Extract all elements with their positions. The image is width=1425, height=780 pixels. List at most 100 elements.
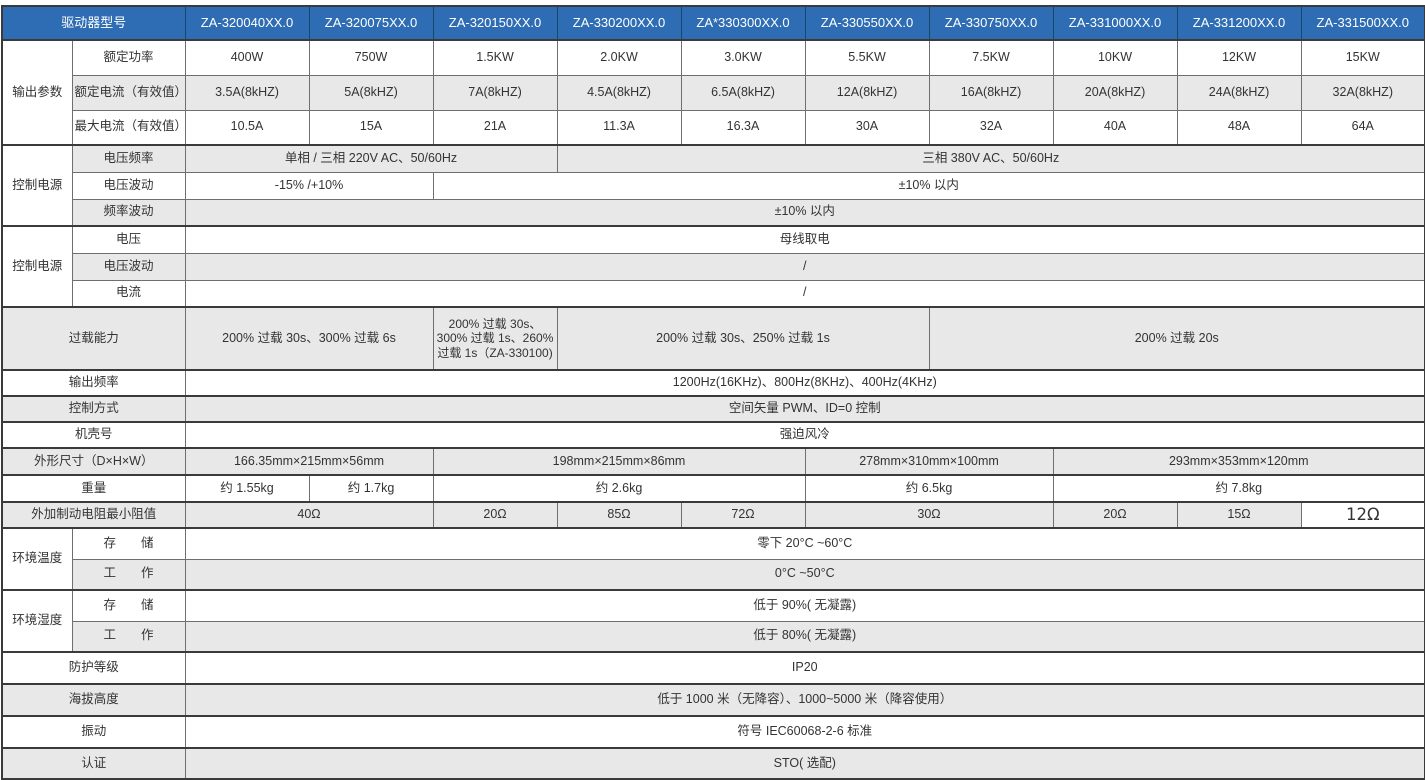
row-rated-current: 额定电流（有效值） 3.5A(8kHZ) 5A(8kHZ) 7A(8kHZ) 4… bbox=[2, 75, 1425, 110]
row-voltage-frequency: 控制电源 电压频率 单相 / 三相 220V AC、50/60Hz 三相 380… bbox=[2, 145, 1425, 172]
spec-cell: 198mm×215mm×86mm bbox=[433, 448, 805, 475]
spec-cell: 7A(8kHZ) bbox=[433, 75, 557, 110]
spec-cell: 单相 / 三相 220V AC、50/60Hz bbox=[185, 145, 557, 172]
spec-cell: 72Ω bbox=[681, 502, 805, 528]
spec-cell: 40A bbox=[1053, 110, 1177, 145]
group-label-output-params: 输出参数 bbox=[2, 40, 72, 145]
row-vibration: 振动 符号 IEC60068-2-6 标准 bbox=[2, 716, 1425, 748]
spec-cell: 16A(8kHZ) bbox=[929, 75, 1053, 110]
row-case-number: 机壳号 强迫风冷 bbox=[2, 422, 1425, 448]
row-label: 工 作 bbox=[72, 621, 185, 652]
row-label: 重量 bbox=[2, 475, 185, 502]
model-header: ZA-320040XX.0 bbox=[185, 6, 309, 40]
row-rated-power: 输出参数 额定功率 400W 750W 1.5KW 2.0KW 3.0KW 5.… bbox=[2, 40, 1425, 75]
row-label: 电压波动 bbox=[72, 253, 185, 280]
row-label: 外形尺寸（D×H×W） bbox=[2, 448, 185, 475]
row-humidity-storage: 环境湿度 存 储 低于 90%( 无凝露) bbox=[2, 590, 1425, 621]
row-protection-rating: 防护等级 IP20 bbox=[2, 652, 1425, 684]
row-max-current: 最大电流（有效值） 10.5A 15A 21A 11.3A 16.3A 30A … bbox=[2, 110, 1425, 145]
model-header: ZA-330550XX.0 bbox=[805, 6, 929, 40]
row-brake-resistor: 外加制动电阻最小阻值 40Ω 20Ω 85Ω 72Ω 30Ω 20Ω 15Ω 1… bbox=[2, 502, 1425, 528]
spec-cell: 200% 过载 30s、250% 过载 1s bbox=[557, 307, 929, 370]
spec-cell: ±10% 以内 bbox=[433, 172, 1425, 199]
spec-cell: 750W bbox=[309, 40, 433, 75]
row-label: 存 储 bbox=[72, 528, 185, 559]
row-label: 振动 bbox=[2, 716, 185, 748]
model-header: ZA-331500XX.0 bbox=[1301, 6, 1425, 40]
group-label-control-power-1: 控制电源 bbox=[2, 145, 72, 226]
spec-cell: 200% 过载 20s bbox=[929, 307, 1425, 370]
row-label: 存 储 bbox=[72, 590, 185, 621]
spec-cell: 3.5A(8kHZ) bbox=[185, 75, 309, 110]
spec-cell: 32A bbox=[929, 110, 1053, 145]
row-label: 认证 bbox=[2, 748, 185, 779]
spec-cell: 40Ω bbox=[185, 502, 433, 528]
spec-cell: 5.5KW bbox=[805, 40, 929, 75]
spec-cell: 6.5A(8kHZ) bbox=[681, 75, 805, 110]
row-altitude: 海拔高度 低于 1000 米（无降容）、1000~5000 米（降容使用） bbox=[2, 684, 1425, 716]
row-temp-working: 工 作 0°C ~50°C bbox=[2, 559, 1425, 590]
model-header: ZA-320150XX.0 bbox=[433, 6, 557, 40]
spec-cell: 48A bbox=[1177, 110, 1301, 145]
spec-cell: 空间矢量 PWM、ID=0 控制 bbox=[185, 396, 1425, 422]
model-header: ZA-331000XX.0 bbox=[1053, 6, 1177, 40]
spec-cell: 母线取电 bbox=[185, 226, 1425, 253]
spec-cell: -15% /+10% bbox=[185, 172, 433, 199]
spec-cell: 2.0KW bbox=[557, 40, 681, 75]
spec-cell: 约 1.55kg bbox=[185, 475, 309, 502]
row-overload-capacity: 过载能力 200% 过载 30s、300% 过载 6s 200% 过载 30s、… bbox=[2, 307, 1425, 370]
row-voltage: 控制电源 电压 母线取电 bbox=[2, 226, 1425, 253]
spec-cell: 1.5KW bbox=[433, 40, 557, 75]
spec-cell: 200% 过载 30s、300% 过载 6s bbox=[185, 307, 433, 370]
spec-cell: 15A bbox=[309, 110, 433, 145]
spec-cell: 11.3A bbox=[557, 110, 681, 145]
row-humidity-working: 工 作 低于 80%( 无凝露) bbox=[2, 621, 1425, 652]
spec-cell: 三相 380V AC、50/60Hz bbox=[557, 145, 1425, 172]
spec-cell: / bbox=[185, 280, 1425, 307]
spec-cell: 4.5A(8kHZ) bbox=[557, 75, 681, 110]
spec-cell: 400W bbox=[185, 40, 309, 75]
spec-cell: 3.0KW bbox=[681, 40, 805, 75]
spec-cell: 16.3A bbox=[681, 110, 805, 145]
row-label: 电压波动 bbox=[72, 172, 185, 199]
spec-cell: 1200Hz(16KHz)、800Hz(8KHz)、400Hz(4KHz) bbox=[185, 370, 1425, 396]
row-label: 最大电流（有效值） bbox=[72, 110, 185, 145]
row-label: 海拔高度 bbox=[2, 684, 185, 716]
row-label: 控制方式 bbox=[2, 396, 185, 422]
row-label: 工 作 bbox=[72, 559, 185, 590]
row-label: 频率波动 bbox=[72, 199, 185, 226]
spec-cell: IP20 bbox=[185, 652, 1425, 684]
spec-cell: 32A(8kHZ) bbox=[1301, 75, 1425, 110]
row-label: 电压频率 bbox=[72, 145, 185, 172]
spec-cell: / bbox=[185, 253, 1425, 280]
row-label: 额定电流（有效值） bbox=[72, 75, 185, 110]
model-header: ZA-330750XX.0 bbox=[929, 6, 1053, 40]
spec-cell: 12KW bbox=[1177, 40, 1301, 75]
table-title: 驱动器型号 bbox=[2, 6, 185, 40]
row-current: 电流 / bbox=[2, 280, 1425, 307]
row-label: 输出频率 bbox=[2, 370, 185, 396]
spec-cell: 12A(8kHZ) bbox=[805, 75, 929, 110]
row-dimensions: 外形尺寸（D×H×W） 166.35mm×215mm×56mm 198mm×21… bbox=[2, 448, 1425, 475]
spec-cell: ±10% 以内 bbox=[185, 199, 1425, 226]
spec-cell: 5A(8kHZ) bbox=[309, 75, 433, 110]
group-label-env-humidity: 环境湿度 bbox=[2, 590, 72, 652]
row-label: 机壳号 bbox=[2, 422, 185, 448]
row-voltage-fluctuation-2: 电压波动 / bbox=[2, 253, 1425, 280]
spec-cell: 15Ω bbox=[1177, 502, 1301, 528]
spec-cell: STO( 选配) bbox=[185, 748, 1425, 779]
model-header: ZA-331200XX.0 bbox=[1177, 6, 1301, 40]
spec-cell: 约 6.5kg bbox=[805, 475, 1053, 502]
spec-cell: 10.5A bbox=[185, 110, 309, 145]
spec-cell: 12Ω bbox=[1301, 502, 1425, 528]
spec-cell: 7.5KW bbox=[929, 40, 1053, 75]
spec-cell: 200% 过载 30s、300% 过载 1s、260% 过载 1s（ZA-330… bbox=[433, 307, 557, 370]
spec-cell: 低于 80%( 无凝露) bbox=[185, 621, 1425, 652]
drive-spec-table: 驱动器型号 ZA-320040XX.0 ZA-320075XX.0 ZA-320… bbox=[1, 5, 1425, 780]
row-weight: 重量 约 1.55kg 约 1.7kg 约 2.6kg 约 6.5kg 约 7.… bbox=[2, 475, 1425, 502]
spec-cell: 强迫风冷 bbox=[185, 422, 1425, 448]
model-header: ZA*330300XX.0 bbox=[681, 6, 805, 40]
spec-cell: 20Ω bbox=[433, 502, 557, 528]
spec-cell: 约 1.7kg bbox=[309, 475, 433, 502]
spec-cell: 符号 IEC60068-2-6 标准 bbox=[185, 716, 1425, 748]
